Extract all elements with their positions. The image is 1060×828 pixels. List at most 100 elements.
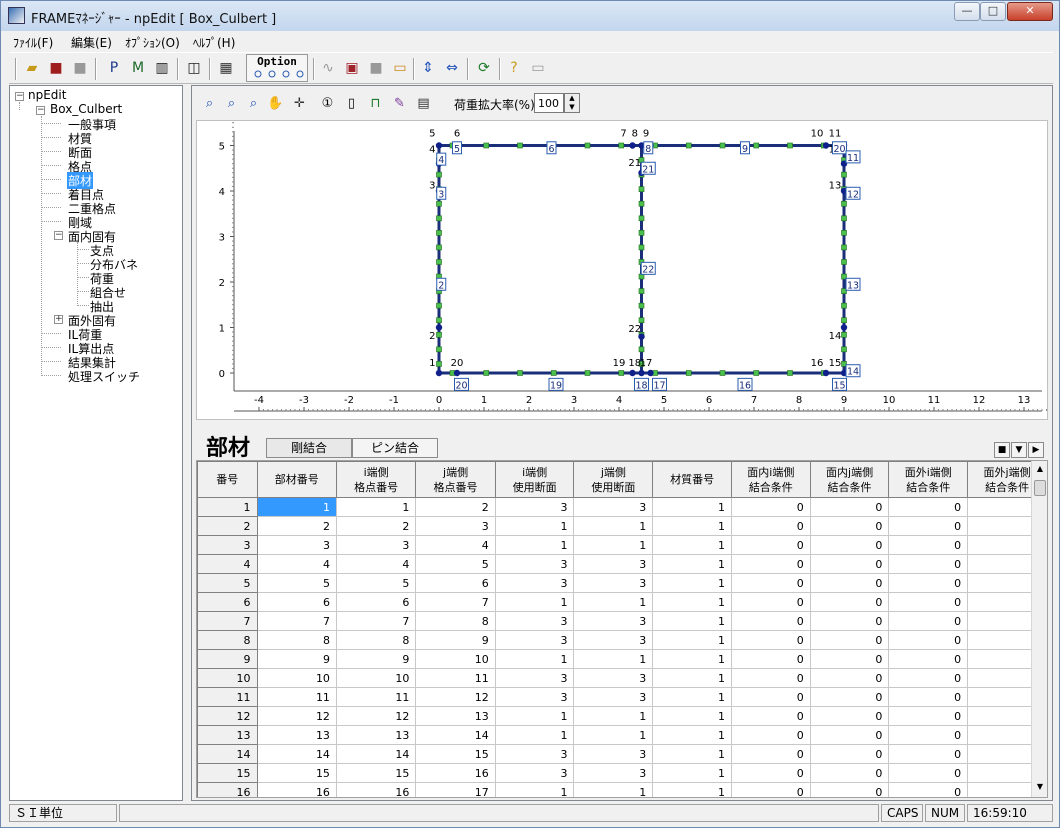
table-cell[interactable]: 3 [494, 744, 575, 764]
column-header[interactable]: j端側 使用断面 [573, 461, 654, 498]
menu-file[interactable]: ﾌｧｲﾙ(F) [13, 34, 53, 51]
table-cell[interactable]: 0 [888, 782, 969, 797]
table-row[interactable]: 141414153310000 [197, 744, 1047, 764]
table-cell[interactable]: 3 [494, 630, 575, 650]
row-header[interactable]: 7 [197, 611, 258, 631]
refresh-icon[interactable]: ⟳ [475, 59, 493, 77]
table-cell[interactable]: 1 [652, 649, 732, 669]
table-cell[interactable]: 2 [415, 497, 496, 517]
table-cell[interactable]: 3 [573, 744, 654, 764]
table-cell[interactable]: 12 [256, 706, 337, 726]
table-cell[interactable]: 1 [335, 497, 417, 517]
row-header[interactable]: 12 [197, 706, 258, 726]
table-cell[interactable]: 3 [573, 611, 654, 631]
table-cell[interactable]: 0 [888, 763, 969, 783]
table-cell[interactable]: 2 [256, 516, 337, 536]
table-cell[interactable]: 1 [652, 782, 732, 797]
table-cell[interactable]: 8 [335, 630, 417, 650]
table-cell[interactable]: 1 [652, 725, 732, 745]
table-cell[interactable]: 0 [730, 782, 811, 797]
table-row[interactable]: 66671110000 [197, 592, 1047, 612]
table-cell[interactable]: 1 [652, 687, 732, 707]
scroll-down-icon[interactable]: ▼ [1032, 779, 1047, 795]
table-cell[interactable]: 0 [888, 554, 969, 574]
row-header[interactable]: 3 [197, 535, 258, 555]
table-cell[interactable]: 0 [888, 611, 969, 631]
table-cell[interactable]: 16 [256, 782, 337, 797]
table-cell[interactable]: 0 [888, 516, 969, 536]
table-cell[interactable]: 0 [730, 554, 811, 574]
collapse-inplane-icon[interactable]: − [54, 231, 63, 240]
table-cell[interactable]: 3 [573, 573, 654, 593]
pane-splitter[interactable] [183, 85, 191, 801]
table-cell[interactable]: 0 [809, 611, 890, 631]
vertical-scrollbar[interactable]: ▲ ▼ [1031, 461, 1047, 797]
row-header[interactable]: 15 [197, 763, 258, 783]
table-cell[interactable]: 0 [809, 744, 890, 764]
table-cell[interactable]: 2 [335, 516, 417, 536]
vertical-arrows-icon[interactable]: ⇕ [419, 59, 437, 77]
document-m-icon[interactable]: M [129, 59, 147, 77]
table-cell[interactable]: 0 [809, 573, 890, 593]
table-cell[interactable]: 1 [573, 516, 654, 536]
table-cell[interactable]: 0 [888, 668, 969, 688]
horizontal-arrows-icon[interactable]: ⇔ [443, 59, 461, 77]
table-cell[interactable]: 6 [415, 573, 496, 593]
menu-help[interactable]: ﾍﾙﾌﾟ(H) [193, 34, 235, 51]
table-cell[interactable]: 4 [256, 554, 337, 574]
menu-options[interactable]: ｵﾌﾟｼｮﾝ(O) [125, 34, 180, 51]
table-cell[interactable]: 1 [652, 630, 732, 650]
table-row[interactable]: 44453310000 [197, 554, 1047, 574]
tree-node-root[interactable]: npEdit [28, 88, 66, 102]
table-cell[interactable]: 5 [415, 554, 496, 574]
table-cell[interactable]: 15 [256, 763, 337, 783]
table-cell[interactable]: 0 [809, 649, 890, 669]
table-cell[interactable]: 3 [256, 535, 337, 555]
row-header[interactable]: 1 [197, 497, 258, 517]
model-drawing[interactable]: -4 -3 -2 -1 0 1 2 3 4 5 6 7 8 9 10 11 12 130123455 6 7 8 9 10 1… [197, 121, 1047, 419]
table-cell[interactable]: 1 [573, 706, 654, 726]
dropdown-icon[interactable]: ▼ [1011, 442, 1027, 458]
table-cell[interactable]: 0 [888, 725, 969, 745]
frame-view-icon[interactable]: ⊓ [366, 94, 385, 113]
table-cell[interactable]: 3 [494, 497, 575, 517]
table-cell[interactable]: 5 [335, 573, 417, 593]
maximize-button[interactable]: □ [980, 2, 1006, 21]
table-cell[interactable]: 1 [652, 554, 732, 574]
horizontal-splitter[interactable] [196, 420, 1048, 430]
wave-icon[interactable]: ∿ [319, 59, 337, 77]
table-cell[interactable]: 11 [415, 668, 496, 688]
table-cell[interactable]: 0 [888, 630, 969, 650]
collapse-project-icon[interactable]: − [36, 106, 45, 115]
window-icon[interactable]: ▤ [414, 94, 433, 113]
table-cell[interactable]: 0 [730, 592, 811, 612]
table-cell[interactable]: 1 [494, 592, 575, 612]
table-cell[interactable]: 1 [652, 535, 732, 555]
table-cell[interactable]: 0 [730, 725, 811, 745]
table-cell[interactable]: 1 [652, 497, 732, 517]
page-icon[interactable]: ■ [367, 59, 385, 77]
table-cell[interactable]: 16 [335, 782, 417, 797]
row-header[interactable]: 11 [197, 687, 258, 707]
stop-icon[interactable]: ■ [994, 442, 1010, 458]
column-header[interactable]: 面内i端側 結合条件 [730, 461, 811, 498]
trash-icon[interactable]: ▥ [153, 59, 171, 77]
table-cell[interactable]: 8 [256, 630, 337, 650]
row-header[interactable]: 10 [197, 668, 258, 688]
scroll-thumb[interactable] [1034, 480, 1046, 496]
calculator-icon[interactable]: ▦ [217, 59, 235, 77]
column-header[interactable]: 部材番号 [256, 461, 337, 498]
table-cell[interactable]: 0 [730, 516, 811, 536]
load-scale-input[interactable] [534, 93, 564, 113]
table-cell[interactable]: 0 [809, 687, 890, 707]
table-cell[interactable]: 0 [888, 649, 969, 669]
model-canvas[interactable]: -4 -3 -2 -1 0 1 2 3 4 5 6 7 8 9 10 11 12 13 0 1 2 3 4 5 5 6 7 8 9 10 1… [196, 120, 1048, 420]
table-cell[interactable]: 0 [730, 763, 811, 783]
expand-outplane-icon[interactable]: + [54, 315, 63, 324]
table-cell[interactable]: 1 [652, 744, 732, 764]
tab-pin-joint[interactable]: ピン結合 [352, 438, 438, 458]
tree-node-switches[interactable]: 処理スイッチ [68, 368, 140, 385]
table-cell[interactable]: 0 [888, 573, 969, 593]
message-icon[interactable]: ▭ [529, 59, 547, 77]
table-row[interactable]: 161616171110000 [197, 782, 1047, 797]
